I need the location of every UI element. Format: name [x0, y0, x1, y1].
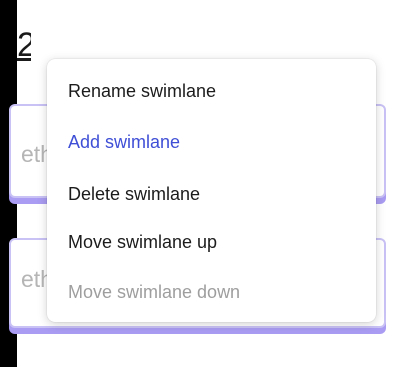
menu-item-add-swimlane[interactable]: Add swimlane: [68, 125, 180, 159]
menu-item-delete-swimlane[interactable]: Delete swimlane: [68, 177, 200, 211]
swimlane-context-menu: Rename swimlane Add swimlane Delete swim…: [47, 59, 376, 322]
menu-item-rename-swimlane[interactable]: Rename swimlane: [68, 74, 216, 108]
screen: 2 eth eth Rename swimlane Add swimlane D…: [0, 0, 416, 367]
board-title-fragment: 2: [17, 28, 31, 62]
menu-item-move-swimlane-up[interactable]: Move swimlane up: [68, 225, 217, 259]
menu-item-move-swimlane-down: Move swimlane down: [68, 282, 241, 302]
